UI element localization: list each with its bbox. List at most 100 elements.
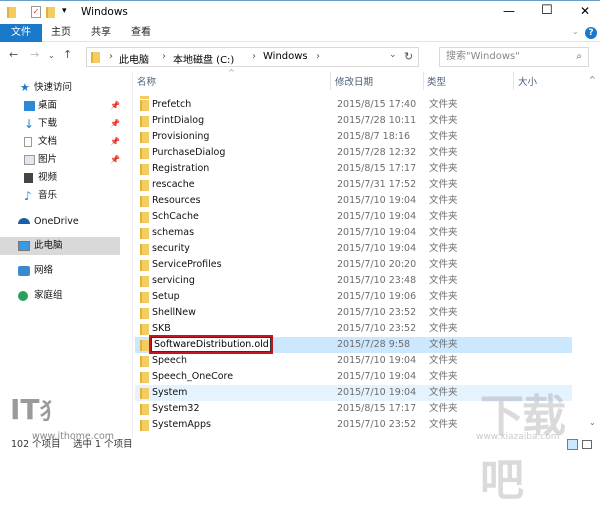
pin-icon[interactable]: 📌 (110, 151, 120, 169)
recent-locations-icon[interactable]: ⌄ (48, 51, 55, 60)
chevron-right-icon: › (252, 51, 256, 62)
file-row[interactable]: SoftwareDistribution.old 2015/7/28 9:58 文件… (135, 335, 572, 354)
file-row[interactable]: Provisioning 2015/8/7 18:16 文件夹 (135, 129, 572, 145)
file-date: 2015/7/10 23:52 (337, 419, 417, 430)
help-icon[interactable]: ? (585, 27, 597, 39)
scroll-up-icon[interactable]: ^ (589, 75, 596, 84)
rename-input[interactable]: SoftwareDistribution.old (149, 335, 273, 354)
close-button[interactable]: ✕ (580, 4, 590, 18)
file-date: 2015/7/10 19:04 (337, 387, 417, 398)
file-name: Prefetch (152, 99, 192, 110)
back-button[interactable]: ← (9, 48, 18, 61)
file-row[interactable]: ShellNew 2015/7/10 23:52 文件夹 (135, 305, 572, 321)
breadcrumb-windows[interactable]: Windows (263, 51, 308, 62)
file-name: Resources (152, 195, 201, 206)
file-date: 2015/7/10 19:06 (337, 291, 417, 302)
file-row[interactable]: rescache 2015/7/31 17:52 文件夹 (135, 177, 572, 193)
file-type: 文件夹 (429, 403, 458, 414)
sidebar-item-desktop[interactable]: 桌面 📌 (0, 97, 120, 115)
details-view-button[interactable] (567, 439, 578, 450)
folder-icon (140, 148, 149, 159)
search-input[interactable]: 搜索"Windows" ⌕ (439, 47, 589, 67)
maximize-button[interactable]: ☐ (541, 3, 553, 18)
address-dropdown-icon[interactable]: ⌄ (389, 50, 397, 60)
tab-home[interactable]: 主页 (44, 24, 78, 42)
tab-share[interactable]: 共享 (84, 24, 118, 42)
file-row[interactable]: Speech 2015/7/10 19:04 文件夹 (135, 353, 572, 369)
file-row[interactable]: ServiceProfiles 2015/7/10 20:20 文件夹 (135, 257, 572, 273)
file-type: 文件夹 (429, 179, 458, 190)
large-icons-view-button[interactable] (582, 440, 592, 449)
column-divider[interactable] (423, 72, 424, 90)
file-date: 2015/8/15 17:40 (337, 99, 417, 110)
file-row[interactable]: PurchaseDialog 2015/7/28 12:32 文件夹 (135, 145, 572, 161)
file-row[interactable]: Setup 2015/7/10 19:06 文件夹 (135, 289, 572, 305)
file-row[interactable]: Prefetch 2015/8/15 17:40 文件夹 (135, 97, 572, 113)
breadcrumb-local-disk[interactable]: 本地磁盘 (C:) (173, 51, 234, 66)
forward-button[interactable]: → (30, 48, 39, 61)
refresh-icon[interactable]: ↻ (404, 50, 413, 63)
column-divider[interactable] (330, 72, 331, 90)
sidebar-item-homegroup[interactable]: 家庭组 (0, 287, 120, 305)
sidebar-item-music[interactable]: ♪ 音乐 (0, 187, 120, 205)
tab-file[interactable]: 文件 (0, 24, 42, 42)
item-count: 102 个项目 (11, 439, 61, 450)
sidebar-item-documents[interactable]: 文档 📌 (0, 133, 120, 151)
file-row[interactable]: SchCache 2015/7/10 19:04 文件夹 (135, 209, 572, 225)
expand-ribbon-icon[interactable]: ⌄ (572, 27, 579, 36)
pin-icon[interactable]: 📌 (110, 133, 120, 151)
title-bar: ✓ ▾ Windows — ☐ ✕ (0, 0, 600, 24)
sidebar-item-pictures[interactable]: 图片 📌 (0, 151, 120, 169)
file-type: 文件夹 (429, 115, 458, 126)
file-name: Registration (152, 163, 210, 174)
folder-icon (140, 100, 149, 111)
breadcrumb-this-pc[interactable]: 此电脑 (119, 51, 149, 66)
chevron-right-icon: › (109, 51, 113, 62)
minimize-button[interactable]: — (503, 4, 515, 18)
file-date: 2015/7/28 10:11 (337, 115, 417, 126)
sidebar-item-videos[interactable]: 视频 (0, 169, 120, 187)
homegroup-icon (18, 291, 28, 301)
column-header-type[interactable]: 类型 (427, 74, 446, 88)
sidebar-item-this-pc[interactable]: 此电脑 (0, 237, 120, 255)
sidebar-item-network[interactable]: 网络 (0, 262, 120, 280)
folder-icon (140, 260, 149, 271)
folder-icon (140, 356, 149, 367)
column-divider[interactable] (513, 72, 514, 90)
folder-icon (140, 132, 149, 143)
new-folder-icon[interactable] (46, 7, 55, 18)
sidebar-item-onedrive[interactable]: OneDrive (0, 213, 120, 231)
video-icon (24, 173, 33, 183)
column-header-name[interactable]: 名称 (137, 74, 156, 88)
sidebar-item-label: 音乐 (38, 190, 58, 201)
file-name: Speech_OneCore (152, 371, 234, 382)
file-row[interactable]: schemas 2015/7/10 19:04 文件夹 (135, 225, 572, 241)
folder-icon (140, 308, 149, 319)
sidebar-item-label: 图片 (38, 154, 58, 165)
address-bar[interactable]: › 此电脑 › 本地磁盘 (C:) › Windows › ⌄ ↻ (86, 47, 419, 67)
sidebar-item-downloads[interactable]: ↓ 下载 📌 (0, 115, 120, 133)
file-row[interactable]: Registration 2015/8/15 17:17 文件夹 (135, 161, 572, 177)
document-icon (24, 137, 32, 147)
properties-icon[interactable]: ✓ (31, 6, 41, 18)
sidebar-item-quick-access[interactable]: ★ 快速访问 (0, 79, 120, 97)
pin-icon[interactable]: 📌 (110, 97, 120, 115)
pin-icon[interactable]: 📌 (110, 115, 120, 133)
file-date: 2015/7/10 19:04 (337, 211, 417, 222)
column-header-size[interactable]: 大小 (518, 74, 537, 88)
customize-toolbar-icon[interactable]: ▾ (62, 6, 67, 16)
file-row[interactable]: Resources 2015/7/10 19:04 文件夹 (135, 193, 572, 209)
up-button[interactable]: ↑ (63, 48, 72, 61)
file-row[interactable]: security 2015/7/10 19:04 文件夹 (135, 241, 572, 257)
file-row[interactable]: servicing 2015/7/10 23:48 文件夹 (135, 273, 572, 289)
file-date: 2015/7/28 12:32 (337, 147, 417, 158)
file-date: 2015/7/10 19:04 (337, 227, 417, 238)
column-header-date[interactable]: 修改日期 (335, 74, 373, 88)
tab-view[interactable]: 查看 (124, 24, 158, 42)
chevron-right-icon: › (316, 51, 320, 62)
sort-ascending-icon: ^ (228, 68, 235, 77)
file-name: schemas (152, 227, 195, 238)
search-icon: ⌕ (576, 51, 582, 62)
search-placeholder: 搜索"Windows" (446, 51, 520, 62)
file-row[interactable]: PrintDialog 2015/7/28 10:11 文件夹 (135, 113, 572, 129)
